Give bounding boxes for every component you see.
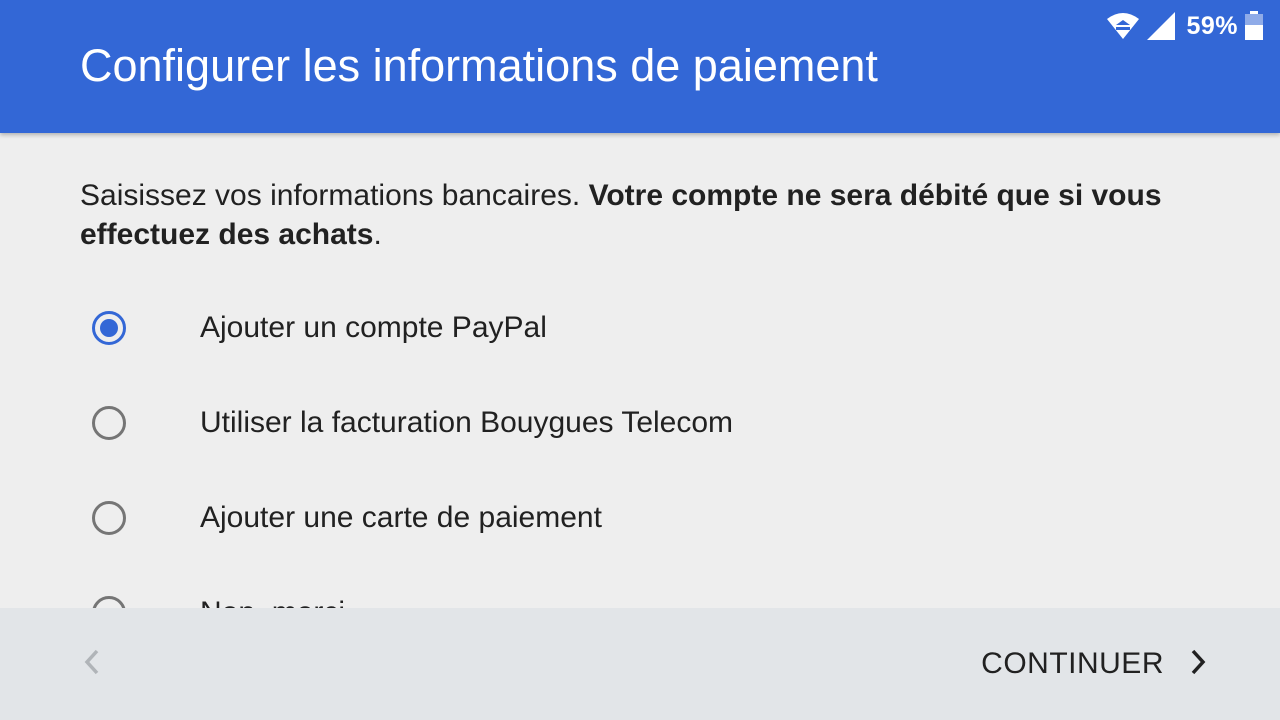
payment-setup-screen: 59% Configurer les informations de paiem…: [0, 0, 1280, 720]
back-button[interactable]: [72, 644, 112, 684]
status-bar: 59%: [1106, 8, 1264, 44]
radio-bouygues-billing[interactable]: [92, 406, 126, 440]
option-label: Ajouter une carte de paiement: [200, 501, 602, 534]
page-title: Configurer les informations de paiement: [80, 40, 878, 91]
option-label: Non, merci: [200, 596, 345, 608]
option-paypal[interactable]: Ajouter un compte PayPal: [80, 293, 1180, 363]
cell-signal-icon: [1146, 11, 1176, 41]
battery-percent: 59%: [1186, 11, 1238, 40]
option-payment-card[interactable]: Ajouter une carte de paiement: [80, 483, 1180, 553]
radio-paypal[interactable]: [92, 311, 126, 345]
app-header: 59% Configurer les informations de paiem…: [0, 0, 1280, 133]
continue-label: CONTINUER: [981, 647, 1164, 680]
option-no-thanks[interactable]: Non, merci: [80, 578, 1180, 608]
wifi-icon: [1106, 12, 1140, 40]
intro-end: .: [373, 218, 382, 251]
chevron-left-icon: [82, 648, 102, 681]
battery-icon: [1244, 11, 1264, 41]
chevron-right-icon: [1188, 648, 1208, 681]
radio-payment-card[interactable]: [92, 501, 126, 535]
option-label: Ajouter un compte PayPal: [200, 311, 547, 344]
option-bouygues-billing[interactable]: Utiliser la facturation Bouygues Telecom: [80, 388, 1180, 458]
intro-regular: Saisissez vos informations bancaires.: [80, 179, 589, 212]
radio-no-thanks[interactable]: [92, 596, 126, 608]
option-label: Utiliser la facturation Bouygues Telecom: [200, 406, 734, 439]
continue-button[interactable]: CONTINUER: [981, 638, 1208, 690]
navigation-bar: CONTINUER: [0, 608, 1280, 720]
intro-text: Saisissez vos informations bancaires. Vo…: [80, 176, 1220, 254]
content-area: Saisissez vos informations bancaires. Vo…: [0, 133, 1280, 608]
